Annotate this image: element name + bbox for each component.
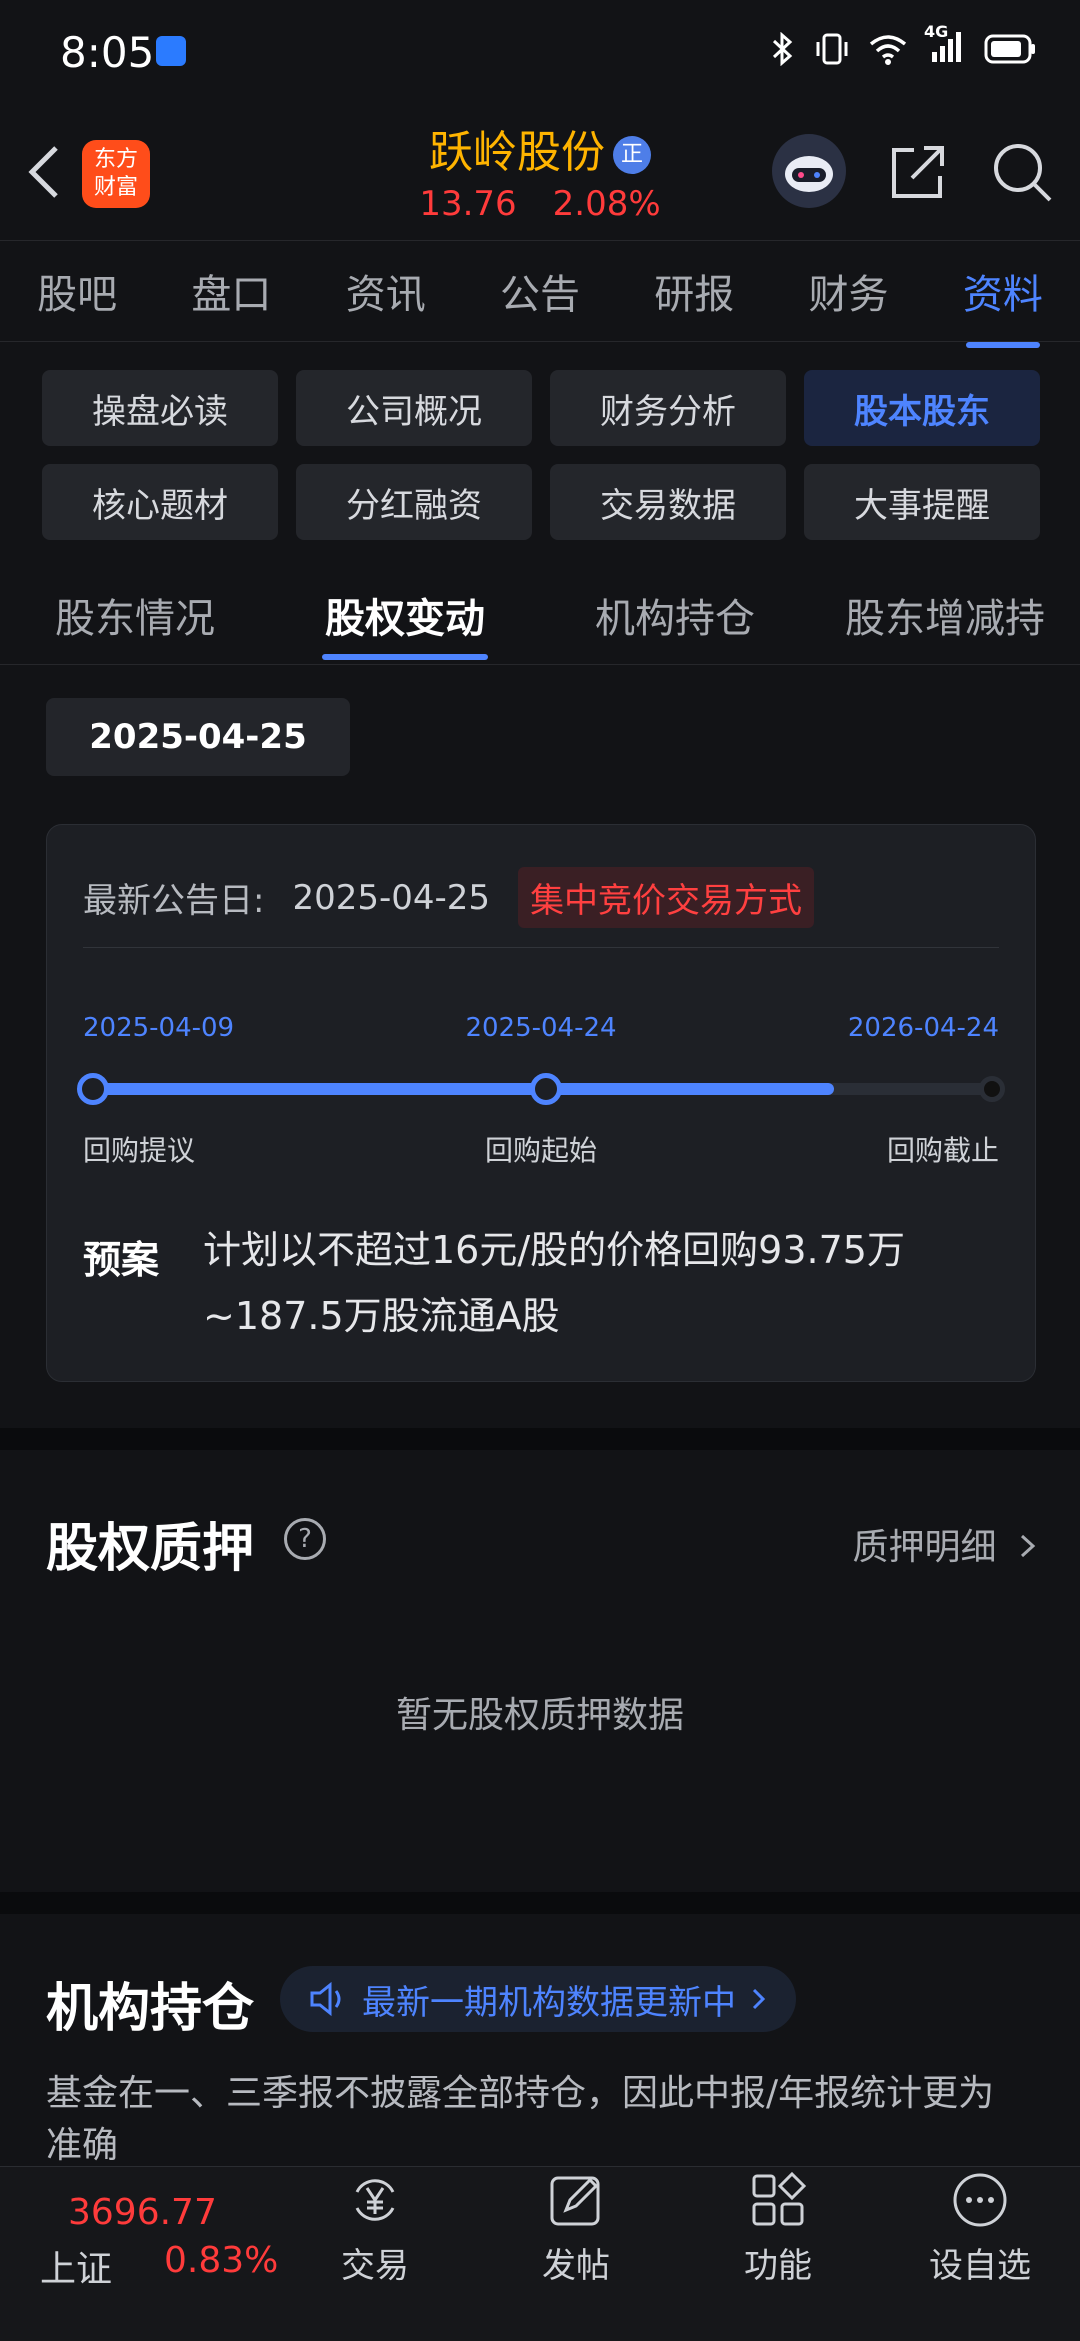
- timeline-dot-end: [979, 1076, 1005, 1102]
- timeline-date-end: 2026-04-24: [847, 1013, 999, 1043]
- index-change[interactable]: 0.83%: [164, 2240, 278, 2281]
- post-button[interactable]: 发帖: [506, 2170, 646, 2287]
- stock-change-pct: 2.08%: [552, 184, 661, 224]
- buyback-card: 最新公告日: 2025-04-25 集中竞价交易方式 2025-04-09 20…: [46, 824, 1036, 1382]
- timeline-label-proposal: 回购提议: [83, 1134, 196, 1167]
- chip-shareholders[interactable]: 股本股东: [804, 370, 1040, 446]
- tab-research[interactable]: 研报: [648, 262, 740, 320]
- search-icon[interactable]: [990, 140, 1054, 204]
- subtab-holding-changes[interactable]: 股东增减持: [810, 560, 1080, 664]
- network-type: 4G: [924, 22, 949, 41]
- chip-financial-analysis[interactable]: 财务分析: [550, 370, 786, 446]
- chevron-right-icon: [752, 1988, 766, 2010]
- plan-text: 计划以不超过16元/股的价格回购93.75万~187.5万股流通A股: [203, 1228, 905, 1338]
- functions-label: 功能: [744, 2246, 812, 2286]
- more-circle-icon: [953, 2173, 1007, 2227]
- pledge-empty-state: 暂无股权质押数据: [395, 1695, 684, 1736]
- section-separator: [0, 1428, 1080, 1450]
- timeline-label-end: 回购截止: [886, 1134, 999, 1167]
- tab-announcements[interactable]: 公告: [494, 262, 586, 320]
- robot-avatar-icon[interactable]: [770, 132, 848, 210]
- grid-apps-icon: [752, 2171, 807, 2226]
- subtab-equity-changes[interactable]: 股权变动: [270, 560, 540, 664]
- announce-label: 最新公告日:: [83, 881, 265, 921]
- help-icon[interactable]: ?: [284, 1518, 326, 1560]
- speaker-icon: [310, 1981, 341, 2017]
- chip-core-themes[interactable]: 核心题材: [42, 464, 278, 540]
- index-value[interactable]: 3696.77: [68, 2192, 217, 2233]
- vibrate-icon: [816, 33, 848, 65]
- cellular-signal-icon: 4G: [924, 22, 966, 68]
- timeline-progress: [83, 1083, 835, 1095]
- battery-icon: [984, 34, 1035, 64]
- tab-guba[interactable]: 股吧: [31, 262, 123, 320]
- section-separator: [0, 1892, 1080, 1914]
- tab-pankou[interactable]: 盘口: [185, 262, 277, 320]
- subtab-institution-holdings[interactable]: 机构持仓: [540, 560, 810, 664]
- add-watchlist-button[interactable]: 设自选: [910, 2170, 1050, 2287]
- functions-button[interactable]: 功能: [708, 2170, 848, 2287]
- status-bar: 8:05 4G: [0, 0, 1080, 104]
- index-name[interactable]: 上证: [40, 2240, 112, 2292]
- timeline-track: [77, 1073, 1005, 1105]
- announce-row: 最新公告日: 2025-04-25 集中竞价交易方式: [83, 867, 815, 928]
- chip-dividends[interactable]: 分红融资: [296, 464, 532, 540]
- institution-title: 机构持仓: [46, 1979, 255, 2039]
- trade-label: 交易: [341, 2246, 409, 2286]
- announce-date: 2025-04-25: [292, 877, 491, 918]
- wifi-icon: [869, 35, 907, 65]
- chip-trading-must-read[interactable]: 操盘必读: [42, 370, 278, 446]
- subtab-shareholder-info[interactable]: 股东情况: [0, 560, 270, 664]
- institution-banner-text: 最新一期机构数据更新中: [362, 1982, 736, 2023]
- chip-company-overview[interactable]: 公司概况: [296, 370, 532, 446]
- plan-label: 预案: [83, 1238, 160, 1282]
- timeline-dot-mid: [530, 1073, 562, 1105]
- tab-finance[interactable]: 财务: [803, 262, 895, 320]
- stock-name: 跃岭股份: [429, 127, 605, 178]
- status-badge: 正: [613, 136, 651, 174]
- chip-events[interactable]: 大事提醒: [804, 464, 1040, 540]
- timeline-date-start: 2025-04-09: [83, 1013, 235, 1043]
- chip-trading-data[interactable]: 交易数据: [550, 464, 786, 540]
- pledge-title: 股权质押: [46, 1519, 255, 1579]
- institution-note: 基金在一、三季报不披露全部持仓，因此中报/年报统计更为准确: [46, 2073, 995, 2166]
- timeline-label-start: 回购起始: [484, 1134, 598, 1167]
- bluetooth-icon: [772, 32, 793, 66]
- share-icon[interactable]: [888, 142, 948, 202]
- edit-post-icon: [550, 2176, 600, 2226]
- shareholder-tabs: 股东情况 股权变动 机构持仓 股东增减持: [0, 560, 1080, 665]
- status-time: 8:05: [60, 28, 155, 77]
- timeline-date-mid: 2025-04-24: [465, 1013, 617, 1043]
- method-tag: 集中竞价交易方式: [518, 867, 815, 928]
- add-watchlist-label: 设自选: [929, 2246, 1031, 2286]
- tab-profile[interactable]: 资料: [957, 262, 1049, 320]
- tab-news[interactable]: 资讯: [340, 262, 432, 320]
- post-label: 发帖: [542, 2246, 610, 2286]
- main-tabs: 股吧 盘口 资讯 公告 研报 财务 资料: [0, 240, 1080, 342]
- app-notification-icon: [156, 36, 186, 66]
- trade-button[interactable]: 交易: [305, 2170, 445, 2287]
- yen-exchange-icon: [355, 2179, 395, 2221]
- timeline-dot-start: [77, 1073, 109, 1105]
- pledge-detail-label: 质押明细: [852, 1527, 997, 1568]
- stock-price: 13.76: [419, 184, 517, 224]
- chevron-right-icon: [1020, 1534, 1036, 1558]
- institution-update-banner[interactable]: 最新一期机构数据更新中: [280, 1966, 796, 2032]
- status-icons: 4G: [770, 22, 1036, 68]
- date-selector[interactable]: 2025-04-25: [46, 698, 350, 776]
- pledge-detail-link[interactable]: 质押明细: [853, 1518, 1038, 1570]
- profile-sections: 操盘必读 公司概况 财务分析 股本股东 核心题材 分红融资 交易数据 大事提醒: [42, 370, 1040, 540]
- divider: [83, 947, 999, 948]
